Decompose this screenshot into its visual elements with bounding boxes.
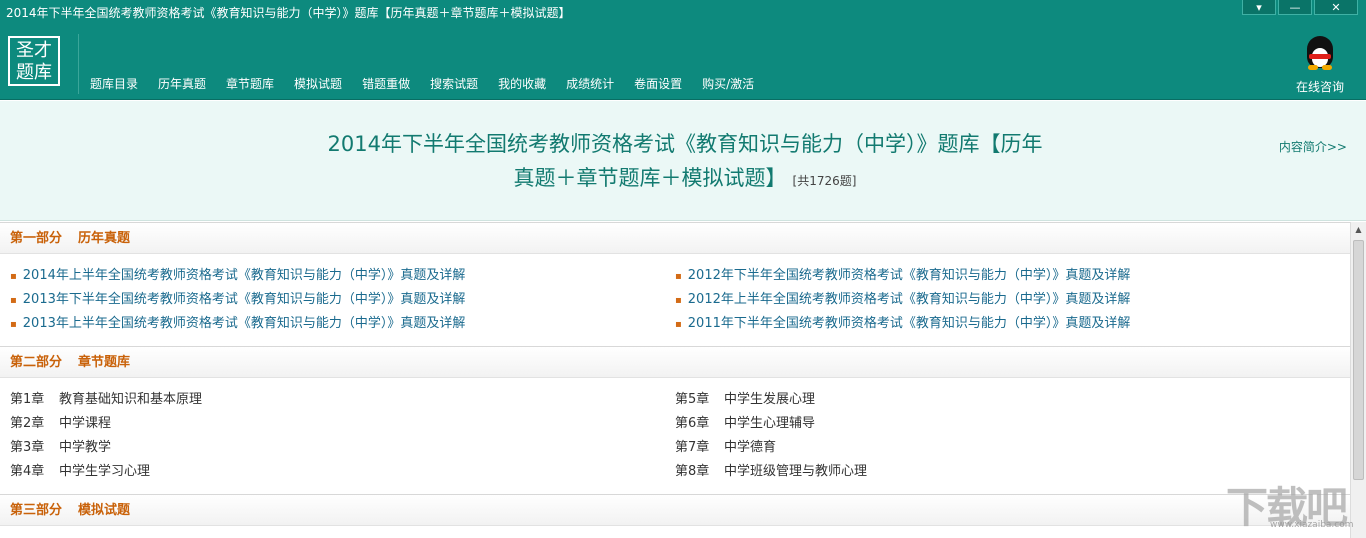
section-label: 第一部分 [10, 231, 63, 246]
nav-item-past-exams[interactable]: 历年真题 [152, 74, 212, 94]
section-header-mock-exams: 第三部分 模拟试题 [0, 494, 1350, 526]
list-item[interactable]: 第5章 中学生发展心理 [675, 388, 867, 412]
list-item[interactable]: ▪ 2012年下半年全国统考教师资格考试《教育知识与能力（中学）》真题及详解 [675, 264, 1130, 288]
chapter-left-column: 第1章 教育基础知识和基本原理 第2章 中学课程 第3章 中学教学 第4章 中学生学习心… [10, 388, 202, 484]
section-header-past-exams: 第一部分 历年真题 [0, 222, 1350, 254]
list-item[interactable]: ▪ 2013年上半年全国统考教师资格考试《教育知识与能力（中学）》真题及详解 [10, 312, 465, 336]
list-item[interactable]: ▪ 2012年上半年全国统考教师资格考试《教育知识与能力（中学）》真题及详解 [675, 288, 1130, 312]
book-title-line-1: 2014年下半年全国统考教师资格考试《教育知识与能力（中学）》题库【历年 [327, 132, 1043, 156]
scrollbar-thumb[interactable] [1353, 240, 1364, 480]
menu-dropdown-button[interactable]: ▾ [1242, 0, 1276, 15]
close-button[interactable]: ✕ [1314, 0, 1358, 15]
online-consult-button[interactable]: 在线咨询 [1292, 34, 1348, 95]
list-item[interactable]: 第2章 中学课程 [10, 412, 202, 436]
chapter-list: 第1章 教育基础知识和基本原理 第2章 中学课程 第3章 中学教学 第4章 中学生学习心… [0, 378, 1350, 494]
book-title-line-2: 真题＋章节题库＋模拟试题】 [共1726题] [300, 161, 1070, 198]
nav-item-mock-exams[interactable]: 模拟试题 [288, 74, 348, 94]
section-name: 模拟试题 [78, 503, 131, 518]
app-window: 2014年下半年全国统考教师资格考试《教育知识与能力（中学）》题库【历年真题＋章… [0, 0, 1366, 538]
past-exams-left-column: ▪ 2014年上半年全国统考教师资格考试《教育知识与能力（中学）》真题及详解 ▪ 2… [10, 264, 465, 336]
list-item[interactable]: ▪ 2014年上半年全国统考教师资格考试《教育知识与能力（中学）》真题及详解 [10, 264, 465, 288]
app-logo: 圣才 题库 [8, 36, 60, 86]
catalog-content: 第一部分 历年真题 ▪ 2014年上半年全国统考教师资格考试《教育知识与能力（中学）… [0, 222, 1350, 538]
window-title: 2014年下半年全国统考教师资格考试《教育知识与能力（中学）》题库【历年真题＋章… [6, 6, 571, 20]
nav-item-redo-mistakes[interactable]: 错题重做 [356, 74, 416, 94]
book-title: 2014年下半年全国统考教师资格考试《教育知识与能力（中学）》题库【历年 真题＋… [300, 127, 1070, 198]
vertical-scrollbar[interactable]: ▲ [1350, 222, 1366, 538]
book-header: 2014年下半年全国统考教师资格考试《教育知识与能力（中学）》题库【历年 真题＋… [0, 101, 1366, 221]
nav-item-chapter-bank[interactable]: 章节题库 [220, 74, 280, 94]
nav-item-buy-activate[interactable]: 购买/激活 [696, 74, 760, 94]
title-bar: 2014年下半年全国统考教师资格考试《教育知识与能力（中学）》题库【历年真题＋章… [0, 0, 1366, 26]
list-item[interactable]: ▪ 2011年下半年全国统考教师资格考试《教育知识与能力（中学）》真题及详解 [675, 312, 1130, 336]
nav-item-page-settings[interactable]: 卷面设置 [628, 74, 688, 94]
list-item[interactable]: 第7章 中学德育 [675, 436, 867, 460]
section-label: 第三部分 [10, 503, 63, 518]
list-item[interactable]: ▪ 2013年下半年全国统考教师资格考试《教育知识与能力（中学）》真题及详解 [10, 288, 465, 312]
nav-item-statistics[interactable]: 成绩统计 [560, 74, 620, 94]
main-toolbar: 圣才 题库 题库目录 历年真题 章节题库 模拟试题 错题重做 搜索试题 我的收藏… [0, 26, 1366, 100]
logo-line-1: 圣才 [16, 40, 52, 61]
content-intro-link[interactable]: 内容简介>> [1279, 138, 1347, 155]
nav-item-favorites[interactable]: 我的收藏 [492, 74, 552, 94]
online-consult-label: 在线咨询 [1295, 80, 1344, 94]
section-name: 历年真题 [78, 231, 131, 246]
scroll-up-arrow-icon[interactable]: ▲ [1351, 222, 1366, 238]
past-exams-right-column: ▪ 2012年下半年全国统考教师资格考试《教育知识与能力（中学）》真题及详解 ▪ 2… [675, 264, 1130, 336]
section-name: 章节题库 [78, 355, 131, 370]
list-item[interactable]: 第6章 中学生心理辅导 [675, 412, 867, 436]
list-item[interactable]: 第1章 教育基础知识和基本原理 [10, 388, 202, 412]
minimize-button[interactable]: — [1278, 0, 1312, 15]
logo-line-2: 题库 [16, 62, 52, 83]
past-exams-list: ▪ 2014年上半年全国统考教师资格考试《教育知识与能力（中学）》真题及详解 ▪ 2… [0, 254, 1350, 346]
nav-menu: 题库目录 历年真题 章节题库 模拟试题 错题重做 搜索试题 我的收藏 成绩统计 … [84, 74, 768, 94]
qq-penguin-icon [1301, 34, 1339, 72]
list-item[interactable]: 第8章 中学班级管理与教师心理 [675, 460, 867, 484]
nav-item-catalog[interactable]: 题库目录 [84, 74, 144, 94]
section-header-chapter-bank: 第二部分 章节题库 [0, 346, 1350, 378]
window-controls: ▾ — ✕ [1242, 0, 1358, 15]
book-title-line-2-text: 真题＋章节题库＋模拟试题】 [513, 166, 787, 190]
list-item[interactable]: 第4章 中学生学习心理 [10, 460, 202, 484]
chapter-right-column: 第5章 中学生发展心理 第6章 中学生心理辅导 第7章 中学德育 第8章 中学班级管理与… [675, 388, 867, 484]
toolbar-divider [78, 34, 79, 94]
section-label: 第二部分 [10, 355, 63, 370]
question-count: [共1726题] [792, 174, 857, 188]
list-item[interactable]: 第3章 中学教学 [10, 436, 202, 460]
nav-item-search[interactable]: 搜索试题 [424, 74, 484, 94]
